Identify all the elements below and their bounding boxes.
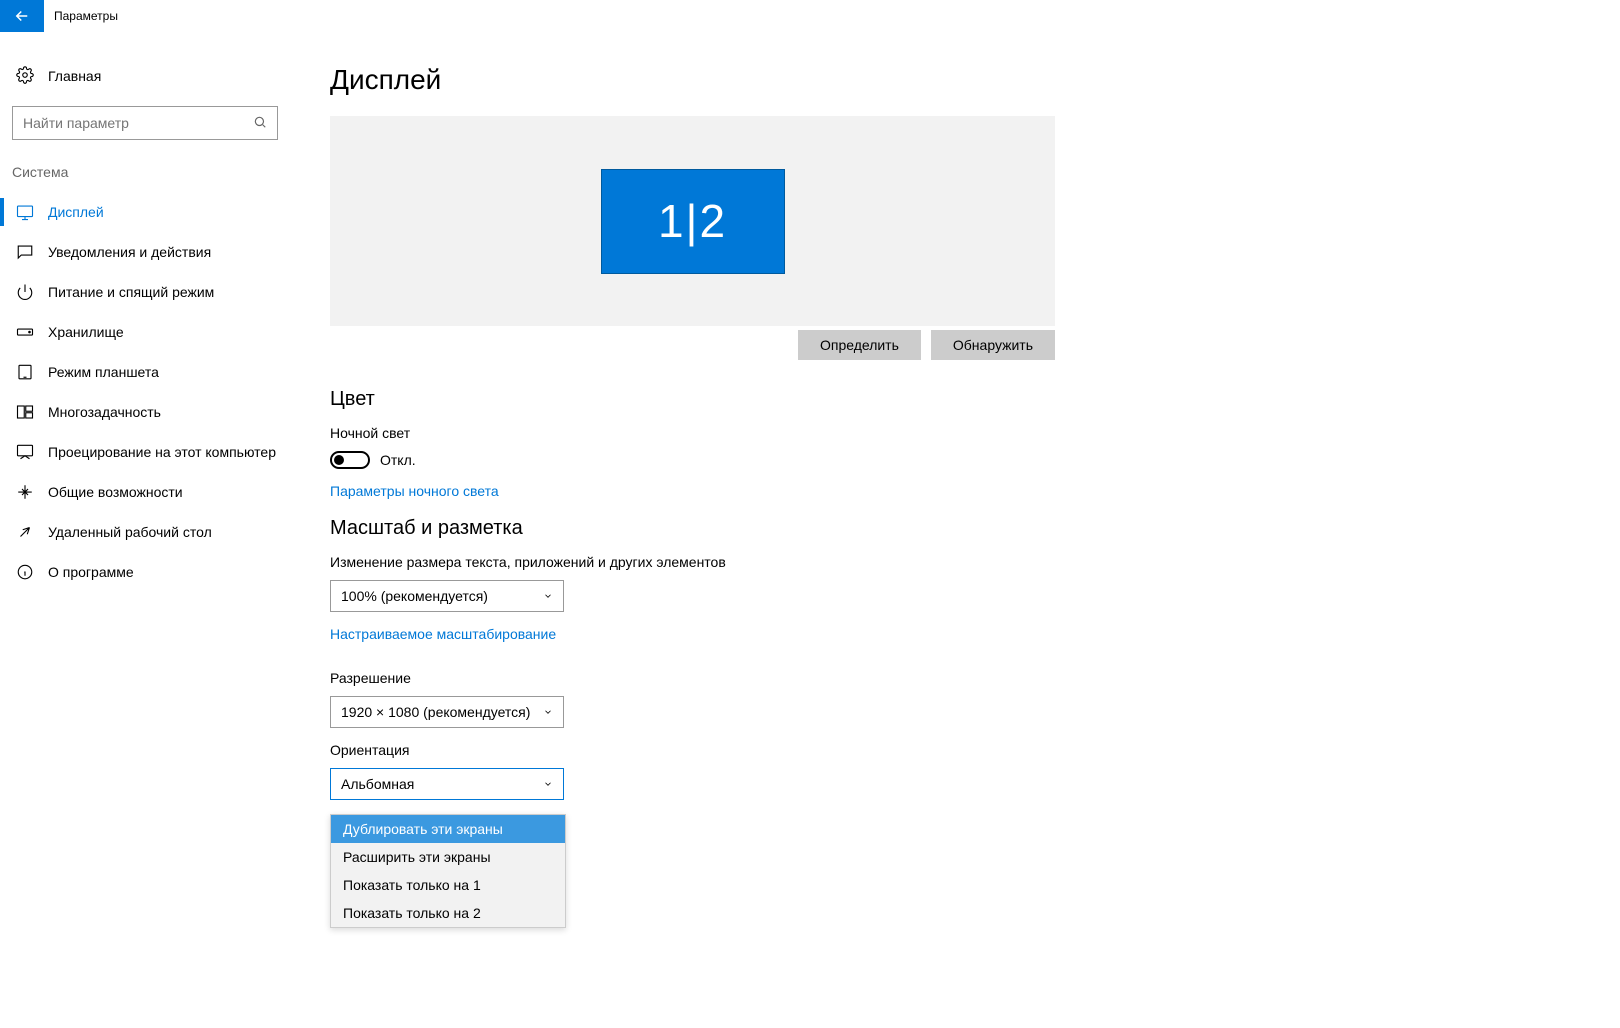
sidebar-item-power[interactable]: Питание и спящий режим [0,272,290,312]
projecting-icon [16,443,34,461]
toggle-knob [334,455,344,465]
shared-icon [16,483,34,501]
sidebar-item-about[interactable]: О программе [0,552,290,592]
sidebar-item-label: Питание и спящий режим [48,284,214,300]
sidebar-category: Система [0,164,290,180]
sidebar-item-remote[interactable]: Удаленный рабочий стол [0,512,290,552]
monitor-tile[interactable]: 1|2 [601,169,785,274]
monitor-icon [16,203,34,221]
night-light-label: Ночной свет [330,425,1580,441]
search-input-wrap[interactable] [12,106,278,140]
info-icon [16,563,34,581]
sidebar-item-projecting[interactable]: Проецирование на этот компьютер [0,432,290,472]
sidebar-item-shared[interactable]: Общие возможности [0,472,290,512]
orientation-label: Ориентация [330,742,1580,758]
page-title: Дисплей [330,64,1580,96]
resolution-value: 1920 × 1080 (рекомендуется) [341,704,530,720]
chevron-down-icon [543,707,553,717]
titlebar: Параметры [0,0,1620,32]
sidebar: Главная Система Дисплей Уведомления и де… [0,32,290,1028]
display-arrangement-panel[interactable]: 1|2 [330,116,1055,326]
back-button[interactable] [0,0,44,32]
scale-heading: Масштаб и разметка [330,517,1580,540]
sidebar-item-tablet[interactable]: Режим планшета [0,352,290,392]
arrow-left-icon [13,7,31,25]
sidebar-item-label: Удаленный рабочий стол [48,524,212,540]
multi-display-dropdown-list: Дублировать эти экраны Расширить эти экр… [330,814,566,928]
night-light-settings-link[interactable]: Параметры ночного света [330,483,499,499]
tablet-icon [16,363,34,381]
night-light-toggle[interactable] [330,451,370,469]
night-light-state: Откл. [380,452,416,468]
gear-icon [16,66,34,87]
sidebar-item-label: Дисплей [48,204,104,220]
home-label: Главная [48,68,101,84]
storage-icon [16,323,34,341]
color-heading: Цвет [330,388,1580,411]
orientation-dropdown[interactable]: Альбомная [330,768,564,800]
dropdown-option-only1[interactable]: Показать только на 1 [331,871,565,899]
detect-button[interactable]: Обнаружить [931,330,1055,360]
scale-dropdown[interactable]: 100% (рекомендуется) [330,580,564,612]
resolution-label: Разрешение [330,670,1580,686]
dropdown-option-extend[interactable]: Расширить эти экраны [331,843,565,871]
orientation-value: Альбомная [341,776,414,792]
sidebar-item-label: Многозадачность [48,404,161,420]
sidebar-item-label: Режим планшета [48,364,159,380]
chevron-down-icon [543,591,553,601]
dropdown-option-duplicate[interactable]: Дублировать эти экраны [331,815,565,843]
notification-icon [16,243,34,261]
scale-label: Изменение размера текста, приложений и д… [330,554,1580,570]
search-input[interactable] [23,115,253,131]
sidebar-item-multitask[interactable]: Многозадачность [0,392,290,432]
custom-scaling-link[interactable]: Настраиваемое масштабирование [330,626,556,642]
sidebar-item-label: Хранилище [48,324,124,340]
chevron-down-icon [543,779,553,789]
window-title: Параметры [44,9,118,23]
sidebar-item-label: Общие возможности [48,484,183,500]
remote-icon [16,523,34,541]
power-icon [16,283,34,301]
home-button[interactable]: Главная [0,56,290,96]
sidebar-item-label: Уведомления и действия [48,244,211,260]
sidebar-item-notifications[interactable]: Уведомления и действия [0,232,290,272]
main-content: Дисплей 1|2 Определить Обнаружить Цвет Н… [290,32,1620,1028]
resolution-dropdown[interactable]: 1920 × 1080 (рекомендуется) [330,696,564,728]
identify-button[interactable]: Определить [798,330,921,360]
multitask-icon [16,403,34,421]
sidebar-item-label: О программе [48,564,134,580]
sidebar-item-display[interactable]: Дисплей [0,192,290,232]
search-icon [253,115,267,132]
scale-value: 100% (рекомендуется) [341,588,488,604]
dropdown-option-only2[interactable]: Показать только на 2 [331,899,565,927]
sidebar-item-label: Проецирование на этот компьютер [48,444,276,460]
sidebar-item-storage[interactable]: Хранилище [0,312,290,352]
